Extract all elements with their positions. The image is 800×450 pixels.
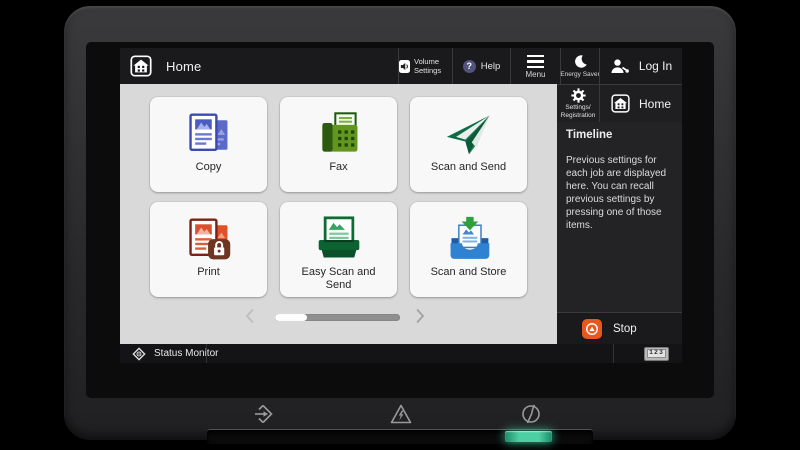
tile-label: Scan and Store xyxy=(431,266,507,279)
hamburger-menu-icon xyxy=(527,55,544,68)
volume-settings-label: Volume Settings xyxy=(414,57,452,75)
home-icon xyxy=(130,55,152,77)
help-button[interactable]: ? Help xyxy=(453,48,510,84)
current-screen-title: Home xyxy=(130,48,201,84)
stop-icon xyxy=(582,319,602,339)
chevron-right-icon xyxy=(415,308,425,324)
home-screen-tiles: Copy xyxy=(120,84,557,344)
power-icon xyxy=(519,402,543,426)
processing-indicator-light xyxy=(505,431,552,442)
easy-scan-and-send-icon xyxy=(313,202,365,264)
status-monitor-button[interactable]: Status Monitor xyxy=(126,344,224,363)
chevron-left-icon xyxy=(245,308,255,324)
tile-print[interactable]: Print xyxy=(150,202,267,297)
warning-triangle-icon xyxy=(389,402,413,426)
header-bar: Home Volume Settings ? Help xyxy=(120,48,682,84)
menu-label: Menu xyxy=(525,70,545,79)
tile-easy-scan-and-send[interactable]: Easy Scan and Send xyxy=(280,202,397,297)
touchscreen-ui: Home Volume Settings ? Help xyxy=(120,48,682,363)
log-in-button[interactable]: Log In xyxy=(600,48,682,84)
printer-control-panel: Home Volume Settings ? Help xyxy=(0,0,800,450)
scan-and-store-icon xyxy=(443,202,495,264)
counter-digits: 123 xyxy=(647,349,666,358)
power-saver-hardware-button[interactable] xyxy=(518,401,544,427)
settings-registration-button[interactable]: Settings/ Registration xyxy=(557,85,599,122)
status-monitor-icon xyxy=(132,347,146,361)
copy-icon xyxy=(183,97,235,159)
tile-label: Fax xyxy=(329,161,347,174)
tile-scan-and-store[interactable]: Scan and Store xyxy=(410,202,527,297)
log-in-label: Log In xyxy=(639,59,672,73)
page-scrollbar[interactable] xyxy=(275,314,400,321)
stop-label: Stop xyxy=(613,323,637,335)
error-indicator-hardware[interactable] xyxy=(388,401,414,427)
energy-saver-label: Energy Saver xyxy=(560,71,599,78)
menu-button[interactable]: Menu xyxy=(511,48,560,84)
settings-registration-label-line1: Settings/ xyxy=(565,104,590,111)
id-key-arrow-icon xyxy=(253,402,277,426)
home-shortcut-button[interactable]: Home xyxy=(600,85,682,122)
scrollbar-thumb[interactable] xyxy=(275,314,307,321)
scan-and-send-icon xyxy=(443,97,495,159)
help-label: Help xyxy=(481,61,501,72)
tile-scan-and-send[interactable]: Scan and Send xyxy=(410,97,527,192)
timeline-description: Previous settings for each job are displ… xyxy=(566,154,673,232)
fax-icon xyxy=(313,97,365,159)
print-icon xyxy=(183,202,235,264)
page-title: Home xyxy=(166,59,201,74)
page-previous-button[interactable] xyxy=(242,307,258,325)
stop-button[interactable]: Stop xyxy=(557,312,682,344)
energy-saver-button[interactable]: Energy Saver xyxy=(561,48,599,84)
volume-icon xyxy=(399,60,410,73)
home-shortcut-label: Home xyxy=(639,97,671,111)
volume-settings-button[interactable]: Volume Settings xyxy=(399,48,452,84)
help-icon: ? xyxy=(463,60,476,73)
page-next-button[interactable] xyxy=(412,307,428,325)
tile-label: Copy xyxy=(196,161,222,174)
tile-label: Print xyxy=(197,266,220,279)
tile-label: Scan and Send xyxy=(431,161,506,174)
gear-icon xyxy=(571,88,586,103)
timeline-panel: Timeline Previous settings for each job … xyxy=(557,122,682,312)
tile-label: Easy Scan and Send xyxy=(301,266,377,292)
tile-copy[interactable]: Copy xyxy=(150,97,267,192)
counter-check-icon: 123 xyxy=(644,347,669,361)
status-bar: Status Monitor 123 xyxy=(120,344,682,363)
id-login-hardware-button[interactable] xyxy=(252,401,278,427)
user-key-icon xyxy=(610,58,630,75)
crescent-moon-icon xyxy=(573,54,588,69)
tile-fax[interactable]: Fax xyxy=(280,97,397,192)
settings-registration-label-line2: Registration xyxy=(561,112,596,119)
status-monitor-label: Status Monitor xyxy=(154,348,218,359)
home-icon xyxy=(611,94,630,113)
timeline-title: Timeline xyxy=(566,129,673,141)
